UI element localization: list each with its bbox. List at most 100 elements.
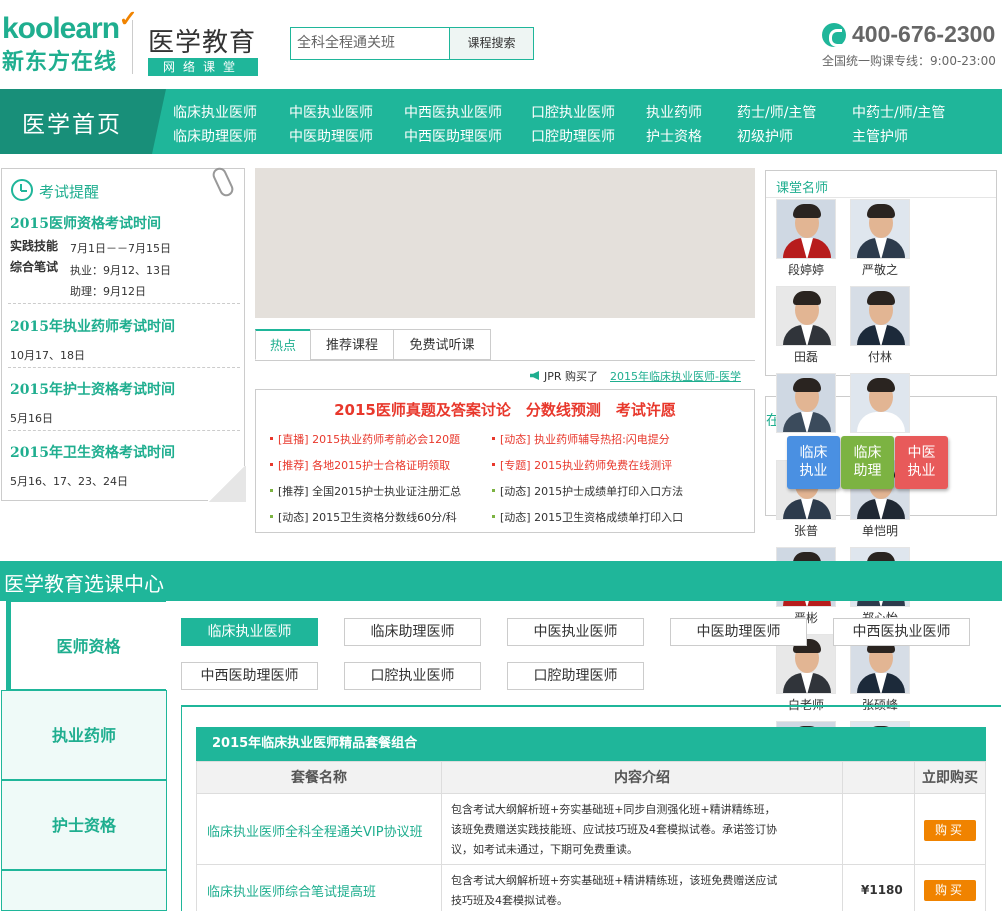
teacher-name[interactable]: 付林 (850, 348, 910, 365)
divider (766, 197, 996, 198)
search-input[interactable]: 全科全程通关班 (290, 27, 450, 60)
course-button[interactable]: 中医执业医师 (507, 618, 644, 646)
course-button[interactable]: 中西医执业医师 (833, 618, 970, 646)
nav-link[interactable]: 口腔助理医师 (531, 126, 615, 146)
news-headline[interactable]: 2015医师真题及答案讨论 分数线预测 考试许愿 (256, 399, 754, 420)
banner-image[interactable] (255, 168, 755, 318)
news-item[interactable]: [直播] 2015执业药师考前必会120题 (270, 431, 460, 447)
tab-free-trial[interactable]: 免费试听课 (393, 329, 491, 360)
teacher-name[interactable]: 段婷婷 (776, 261, 836, 278)
tab-hot[interactable]: 热点 (255, 329, 311, 360)
news-item[interactable]: [动态] 执业药师辅导热招:闪电提分 (492, 431, 670, 447)
nav-link[interactable]: 中药士/师/主管 (852, 102, 945, 122)
divider (8, 430, 240, 431)
purchase-ticker-link[interactable]: 2015年临床执业医师-医学 (610, 368, 741, 384)
divider (8, 367, 240, 368)
news-box: 2015医师真题及答案讨论 分数线预测 考试许愿 [直播] 2015执业药师考前… (255, 389, 755, 533)
nav-link[interactable]: 护士资格 (646, 126, 702, 146)
package-name-link[interactable]: 临床执业医师全科全程通关VIP协议班 (207, 821, 423, 840)
tile-tcm-practice[interactable]: 中医 执业 (895, 436, 948, 489)
news-item[interactable]: [动态] 2015卫生资格分数线60分/科 (270, 509, 457, 525)
nav-link[interactable]: 执业药师 (646, 102, 702, 122)
teacher-photo[interactable] (776, 286, 836, 346)
buy-button[interactable]: 购买 (924, 820, 976, 841)
category-pharmacist[interactable]: 执业药师 (1, 690, 167, 780)
course-button[interactable]: 临床执业医师 (181, 618, 318, 646)
news-item[interactable]: [专题] 2015执业药师免费在线测评 (492, 457, 672, 473)
nav-link[interactable]: 临床执业医师 (173, 102, 257, 122)
nav-link[interactable]: 口腔执业医师 (531, 102, 615, 122)
news-item[interactable]: [动态] 2015护士成绩单打印入口方法 (492, 483, 683, 499)
teacher-name[interactable]: 张普 (776, 522, 836, 539)
logo-chinese-name[interactable]: 新东方在线 (2, 44, 117, 76)
tab-recommended[interactable]: 推荐课程 (310, 329, 394, 360)
nav-link[interactable]: 中西医助理医师 (404, 126, 502, 146)
speaker-icon (530, 371, 539, 380)
package-description: 包含考试大纲解析班+夯实基础班+精讲精练班，该班免费赠送应试技巧班及4套模拟试卷… (451, 874, 778, 907)
reminder-heading[interactable]: 2015年执业药师考试时间 (10, 316, 175, 336)
news-item[interactable]: [推荐] 各地2015护士合格证明领取 (270, 457, 450, 473)
table-cell (842, 793, 915, 865)
paperclip-icon (210, 165, 236, 199)
nav-link[interactable]: 中医助理医师 (289, 126, 373, 146)
news-item[interactable]: [动态] 2015卫生资格成绩单打印入口 (492, 509, 683, 525)
reminder-date: 助理：9月12日 (70, 285, 146, 298)
reminder-heading[interactable]: 2015年卫生资格考试时间 (10, 442, 175, 462)
course-button[interactable]: 中医助理医师 (670, 618, 807, 646)
reminder-date: 10月17、18日 (10, 349, 85, 362)
course-center-title: 医学教育选课中心 (4, 572, 164, 596)
reminder-date: 7月1日－－7月15日 (70, 242, 171, 255)
tile-clinical-practice[interactable]: 临床 执业 (787, 436, 840, 489)
category-nurse[interactable]: 护士资格 (1, 780, 167, 870)
reminder-date: 5月16、17、23、24日 (10, 475, 128, 488)
package-name-link[interactable]: 临床执业医师综合笔试提高班 (207, 881, 376, 900)
nav-link[interactable]: 药士/师/主管 (737, 102, 816, 122)
course-button[interactable]: 口腔执业医师 (344, 662, 481, 690)
reminder-heading[interactable]: 2015年护士资格考试时间 (10, 379, 175, 399)
search-button[interactable]: 课程搜索 (449, 27, 534, 60)
reminder-heading[interactable]: 2015医师资格考试时间 (10, 213, 161, 233)
category-health[interactable] (1, 870, 167, 911)
nav-link[interactable]: 初级护师 (737, 126, 793, 146)
reminder-date: 5月16日 (10, 412, 53, 425)
teacher-name[interactable]: 田磊 (776, 348, 836, 365)
course-button[interactable]: 口腔助理医师 (507, 662, 644, 690)
clock-icon (11, 179, 33, 201)
page-fold (208, 466, 246, 502)
teacher-name[interactable]: 单恺明 (850, 522, 910, 539)
header: koolearn✓ 新东方在线 医学教育 网络课堂 全科全程通关班 课程搜索 4… (0, 0, 1002, 88)
phone-number: 400-676-2300 (852, 21, 996, 47)
koolearn-logo[interactable]: koolearn✓ (2, 6, 138, 46)
teacher-photo[interactable] (850, 373, 910, 433)
course-button[interactable]: 临床助理医师 (344, 618, 481, 646)
phone-icon (822, 23, 846, 47)
nav-link[interactable]: 中西医执业医师 (404, 102, 502, 122)
tab-divider (255, 360, 755, 361)
main-nav: 医学首页 临床执业医师 中医执业医师 中西医执业医师 口腔执业医师 执业药师 药… (0, 89, 1002, 154)
news-item[interactable]: [推荐] 全国2015护士执业证注册汇总 (270, 483, 461, 499)
package-description: 包含考试大纲解析班+夯实基础班+同步自测强化班+精讲精练班，该班免费赠送实践技能… (451, 803, 777, 856)
category-physician[interactable]: 医师资格 (6, 601, 166, 690)
brand-subtitle: 网络课堂 (148, 58, 258, 76)
buy-button[interactable]: 购买 (924, 880, 976, 901)
phone-hours: 全国统一购课专线：9:00-23:00 (822, 54, 996, 68)
package-title: 2015年临床执业医师精品套餐组合 (196, 727, 986, 761)
teacher-photo[interactable] (776, 199, 836, 259)
nav-home[interactable]: 医学首页 (0, 89, 166, 154)
teacher-photo[interactable] (850, 199, 910, 259)
course-button[interactable]: 中西医助理医师 (181, 662, 318, 690)
column-header: 内容介绍 (441, 761, 843, 794)
column-header: 套餐名称 (196, 761, 442, 794)
divider (8, 303, 240, 304)
teacher-photo[interactable] (776, 373, 836, 433)
tile-clinical-assistant[interactable]: 临床 助理 (841, 436, 894, 489)
column-header (842, 761, 915, 794)
reminder-label: 实践技能 (10, 239, 59, 253)
nav-link[interactable]: 中医执业医师 (289, 102, 373, 122)
nav-link[interactable]: 临床助理医师 (173, 126, 257, 146)
teacher-photo[interactable] (850, 286, 910, 346)
purchase-ticker-text: JPR 购买了 (544, 370, 599, 383)
reminder-title: 考试提醒 (39, 183, 100, 201)
teacher-name[interactable]: 严敬之 (850, 261, 910, 278)
nav-link[interactable]: 主管护师 (852, 126, 908, 146)
